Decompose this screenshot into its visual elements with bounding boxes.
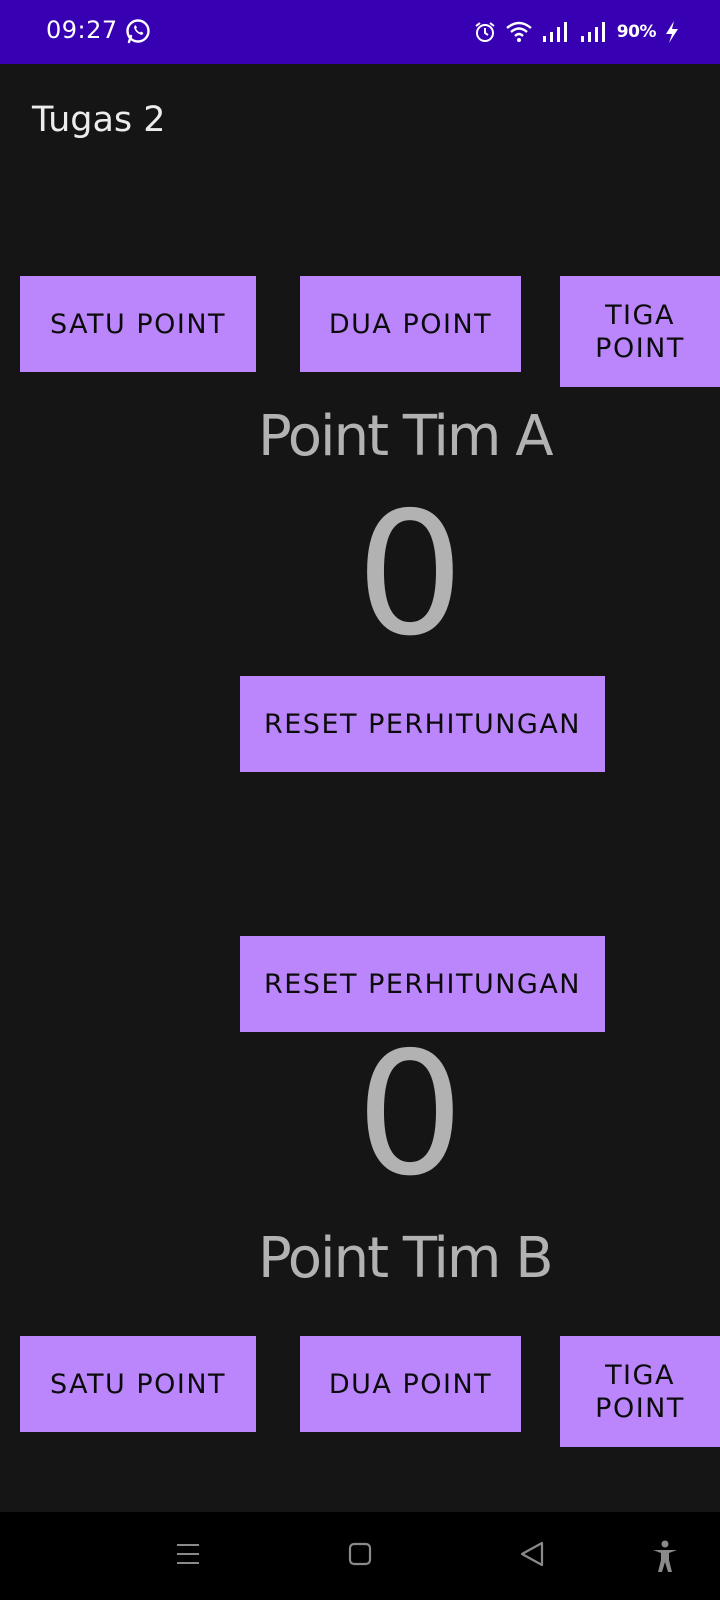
team-b-score: 0 (355, 1016, 465, 1214)
team-a-reset-button[interactable]: RESET PERHITUNGAN (240, 676, 605, 772)
team-a-label: Point Tim A (258, 404, 554, 469)
charging-icon (664, 20, 680, 44)
team-b-one-point-button[interactable]: SATU POINT (20, 1336, 256, 1432)
team-b-three-point-button[interactable]: TIGA POINT (560, 1336, 720, 1447)
back-icon[interactable] (518, 1540, 546, 1572)
signal-icon (541, 20, 571, 44)
team-a-two-point-button[interactable]: DUA POINT (300, 276, 521, 372)
team-a-three-point-button[interactable]: TIGA POINT (560, 276, 720, 387)
wifi-icon (505, 20, 533, 44)
team-b-label: Point Tim B (258, 1226, 554, 1291)
status-time: 09:27 (46, 16, 118, 44)
accessibility-icon[interactable] (650, 1540, 680, 1578)
home-icon[interactable] (346, 1540, 374, 1572)
navigation-bar (0, 1512, 720, 1600)
whatsapp-icon (124, 17, 152, 45)
team-a-one-point-button[interactable]: SATU POINT (20, 276, 256, 372)
team-b-two-point-button[interactable]: DUA POINT (300, 1336, 521, 1432)
battery-level: 90% (616, 22, 657, 42)
status-bar: 09:27 90% (0, 0, 720, 64)
app-title: Tugas 2 (32, 100, 166, 140)
signal-icon (579, 20, 609, 44)
team-a-score: 0 (355, 476, 465, 674)
menu-icon[interactable] (174, 1540, 202, 1572)
status-icons: 90% (473, 18, 680, 46)
alarm-icon (473, 20, 497, 44)
